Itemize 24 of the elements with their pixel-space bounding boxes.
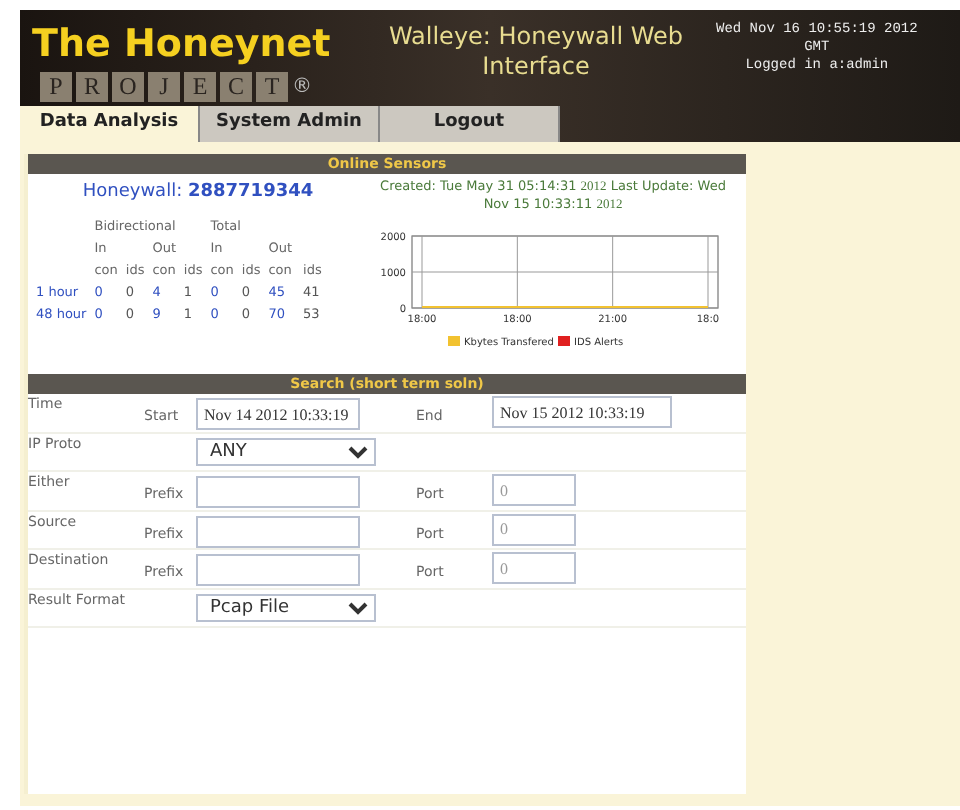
tab[interactable]: System Admin bbox=[200, 106, 380, 142]
dropdown[interactable]: ANY bbox=[196, 437, 376, 465]
honeywall-id: 2887719344 bbox=[188, 182, 314, 202]
legend-swatch bbox=[558, 335, 570, 346]
registered-mark: ® bbox=[292, 73, 312, 102]
logo-letter: E bbox=[184, 71, 216, 102]
input-field[interactable] bbox=[196, 515, 360, 547]
logo-title: The Honeynet bbox=[30, 20, 331, 68]
input-field[interactable]: Nov 14 2012 10:33:19 bbox=[196, 398, 360, 430]
logo-letter: R bbox=[76, 71, 108, 102]
legend-swatch bbox=[448, 335, 460, 346]
logo-letter: T bbox=[256, 71, 288, 102]
logo-letter: O bbox=[112, 71, 144, 102]
logo-letter: C bbox=[220, 71, 252, 102]
tab[interactable]: Data Analysis bbox=[20, 106, 200, 142]
tab[interactable]: Logout bbox=[380, 106, 560, 142]
page-title: Walleye: Honeywall Web Interface bbox=[386, 22, 686, 84]
dropdown[interactable]: Pcap File bbox=[196, 593, 376, 621]
logo-letter: J bbox=[148, 71, 180, 102]
input-field[interactable] bbox=[196, 476, 360, 508]
honeywall-label: Honeywall: bbox=[82, 182, 183, 202]
input-field[interactable]: Nov 15 2012 10:33:19 bbox=[492, 396, 672, 428]
input-field[interactable] bbox=[196, 554, 360, 586]
logo-letter: P bbox=[40, 71, 72, 102]
